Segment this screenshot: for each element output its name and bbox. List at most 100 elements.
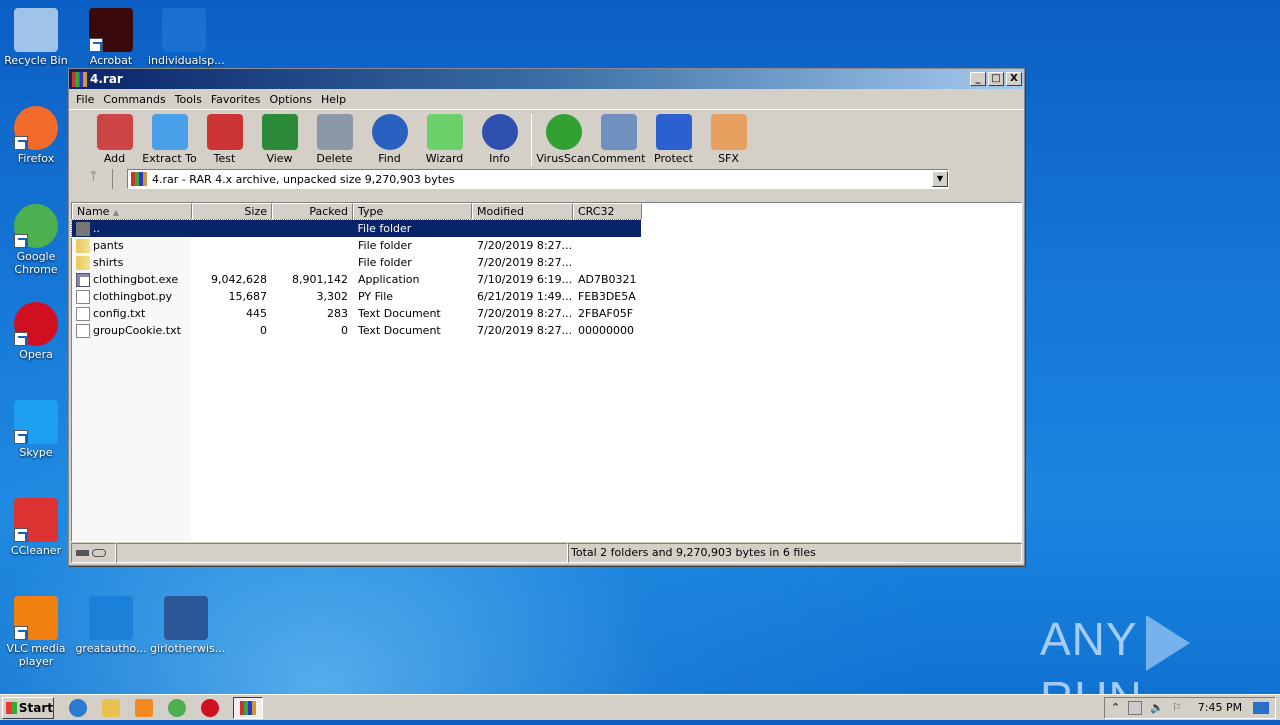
close-button[interactable]: X bbox=[1006, 72, 1022, 86]
maximize-button[interactable]: □ bbox=[988, 72, 1004, 86]
column-header-crc32[interactable]: CRC32 bbox=[573, 203, 642, 220]
file-row[interactable]: .. File folder bbox=[71, 219, 642, 238]
toolbar-label: Protect bbox=[654, 152, 693, 165]
file-row[interactable]: groupCookie.txt 0 0 Text Document 7/20/2019 … bbox=[72, 322, 1021, 339]
title-bar[interactable]: 4.rar _ □ X bbox=[69, 69, 1024, 89]
chrome-icon[interactable] bbox=[168, 698, 186, 717]
media-player-icon[interactable] bbox=[135, 698, 153, 717]
desktop-icon[interactable]: Recycle Bin bbox=[0, 8, 72, 67]
info-icon bbox=[481, 114, 518, 150]
toolbar-delete-button[interactable]: Delete bbox=[307, 112, 362, 165]
column-header-type[interactable]: Type bbox=[353, 203, 472, 220]
find-magnifier-icon bbox=[371, 114, 408, 150]
menu-bar: File Commands Tools Favorites Options Help bbox=[69, 89, 1024, 109]
file-row[interactable]: clothingbot.exe 9,042,628 8,901,142 Applica… bbox=[72, 271, 1021, 288]
file-type-cell: Text Document bbox=[358, 324, 441, 337]
menu-tools[interactable]: Tools bbox=[172, 93, 208, 106]
desktop-icon-label: Firefox bbox=[17, 152, 55, 165]
column-header-size[interactable]: Size bbox=[192, 203, 272, 220]
up-one-level-button[interactable]: ↑ bbox=[75, 169, 113, 189]
show-desktop-button[interactable] bbox=[1253, 701, 1269, 714]
toolbar-wizard-button[interactable]: Wizard bbox=[417, 112, 472, 165]
file-row[interactable]: clothingbot.py 15,687 3,302 PY File 6/21/201… bbox=[72, 288, 1021, 305]
folder-icon bbox=[76, 255, 90, 270]
toolbar-label: Add bbox=[103, 152, 126, 165]
chevron-down-icon[interactable]: ▼ bbox=[932, 171, 948, 187]
file-name-cell: clothingbot.py bbox=[72, 288, 192, 305]
toolbar-virusscan-button[interactable]: VirusScan bbox=[536, 112, 591, 165]
toolbar-separator bbox=[531, 114, 532, 166]
file-row[interactable]: pants File folder 7/20/2019 8:27... bbox=[72, 237, 1021, 254]
show-hidden-icons-button[interactable]: ⌃ bbox=[1111, 701, 1120, 714]
column-header-modified[interactable]: Modified bbox=[472, 203, 573, 220]
file-size-cell: 445 bbox=[246, 307, 267, 320]
toolbar-test-button[interactable]: Test bbox=[197, 112, 252, 165]
opera-icon[interactable] bbox=[201, 698, 219, 717]
document-icon bbox=[76, 323, 90, 338]
toolbar-info-button[interactable]: Info bbox=[472, 112, 527, 165]
file-modified-cell: 7/20/2019 8:27... bbox=[477, 256, 573, 269]
column-header-name[interactable]: Name ▲ bbox=[72, 203, 192, 220]
desktop-icon[interactable]: greatautho... bbox=[75, 596, 147, 655]
menu-commands[interactable]: Commands bbox=[100, 93, 171, 106]
file-type-cell: File folder bbox=[357, 222, 412, 235]
menu-favorites[interactable]: Favorites bbox=[208, 93, 267, 106]
protect-shield-icon bbox=[655, 114, 692, 150]
explorer-folder-icon[interactable] bbox=[102, 698, 120, 717]
toolbar-extract-to-button[interactable]: Extract To bbox=[142, 112, 197, 165]
file-crc-cell: FEB3DE5A bbox=[578, 290, 636, 303]
toolbar-protect-button[interactable]: Protect bbox=[646, 112, 701, 165]
toolbar-comment-button[interactable]: Comment bbox=[591, 112, 646, 165]
taskbar-winrar-button[interactable] bbox=[233, 696, 263, 719]
file-type-cell: Text Document bbox=[358, 307, 441, 320]
column-header-packed[interactable]: Packed bbox=[272, 203, 353, 220]
file-modified-cell: 7/10/2019 6:19... bbox=[477, 273, 573, 286]
desktop-icon-label: girlotherwis... bbox=[150, 642, 226, 655]
toolbar-label: Find bbox=[378, 152, 401, 165]
file-row[interactable]: shirts File folder 7/20/2019 8:27... bbox=[72, 254, 1021, 271]
file-packed-cell: 283 bbox=[327, 307, 348, 320]
status-total: Total 2 folders and 9,270,903 bytes in 6… bbox=[568, 543, 1022, 563]
desktop-icon[interactable]: Opera bbox=[0, 302, 72, 361]
menu-options[interactable]: Options bbox=[267, 93, 318, 106]
shortcut-arrow-icon bbox=[14, 626, 28, 640]
toolbar-label: Wizard bbox=[425, 152, 464, 165]
file-row[interactable]: config.txt 445 283 Text Document 7/20/2019 8… bbox=[72, 305, 1021, 322]
volume-icon[interactable]: 🔈 bbox=[1150, 701, 1164, 714]
wizard-wand-icon bbox=[426, 114, 463, 150]
menu-help[interactable]: Help bbox=[318, 93, 352, 106]
action-center-flag-icon[interactable]: ⚐ bbox=[1172, 701, 1182, 714]
desktop-icon-label: individualsp... bbox=[148, 54, 225, 67]
toolbar-sfx-button[interactable]: SFX bbox=[701, 112, 756, 165]
file-crc-cell bbox=[573, 237, 642, 254]
file-type-cell: PY File bbox=[358, 290, 394, 303]
file-crc-cell: AD7B0321 bbox=[578, 273, 637, 286]
winrar-app-icon bbox=[72, 71, 87, 87]
desktop-icon[interactable]: individualsp... bbox=[148, 8, 225, 67]
desktop-icon[interactable]: Acrobat bbox=[75, 8, 147, 67]
minimize-button[interactable]: _ bbox=[970, 72, 986, 86]
internet-explorer-icon[interactable] bbox=[69, 698, 87, 717]
shortcut-arrow-icon bbox=[14, 430, 28, 444]
extract-folder-icon bbox=[151, 114, 188, 150]
start-button[interactable]: Start bbox=[2, 696, 54, 719]
desktop-icon[interactable]: Firefox bbox=[0, 106, 72, 165]
acrobat-icon bbox=[89, 8, 133, 52]
desktop-icon[interactable]: CCleaner bbox=[0, 498, 72, 557]
desktop-icon[interactable]: Google Chrome bbox=[0, 204, 72, 276]
file-modified-cell: 7/20/2019 8:27... bbox=[477, 239, 573, 252]
file-type-cell: File folder bbox=[358, 239, 412, 252]
network-warning-icon[interactable] bbox=[1128, 700, 1143, 715]
toolbar-add-button[interactable]: Add bbox=[87, 112, 142, 165]
view-book-icon bbox=[261, 114, 298, 150]
blank-file-icon bbox=[89, 596, 133, 640]
desktop-icon-label: Skype bbox=[19, 446, 53, 459]
toolbar-view-button[interactable]: View bbox=[252, 112, 307, 165]
toolbar-find-button[interactable]: Find bbox=[362, 112, 417, 165]
desktop-icon[interactable]: VLC media player bbox=[0, 596, 72, 668]
desktop-icon[interactable]: Skype bbox=[0, 400, 72, 459]
desktop-icon[interactable]: girlotherwis... bbox=[150, 596, 226, 655]
clock[interactable]: 7:45 PM bbox=[1198, 701, 1242, 714]
archive-path-field[interactable]: 4.rar - RAR 4.x archive, unpacked size 9… bbox=[127, 169, 949, 189]
menu-file[interactable]: File bbox=[73, 93, 100, 106]
